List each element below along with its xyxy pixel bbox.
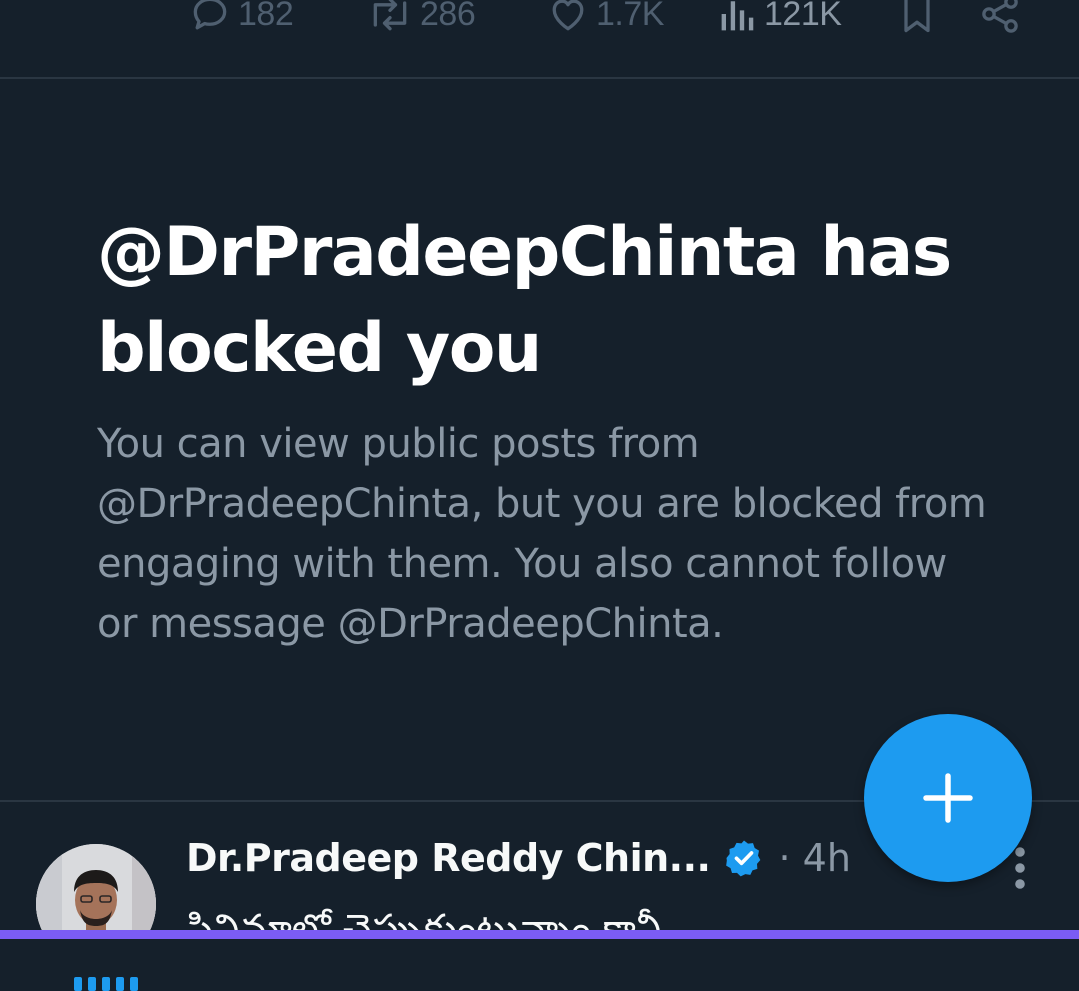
bookmark-button[interactable] [898, 0, 936, 36]
post-timestamp: · 4h [778, 836, 851, 880]
blocked-title: @DrPradeepChinta has blocked you [97, 213, 952, 388]
share-button[interactable] [978, 0, 1022, 36]
share-icon [982, 0, 1018, 33]
post-text: సినిమాల్లో చెప్పుకుంటున్నాం కానీ [186, 906, 662, 930]
views-chart-icon [721, 1, 754, 31]
reply-count: 182 [238, 0, 294, 33]
repost-button[interactable]: 286 [366, 0, 476, 36]
like-count: 1.7K [596, 0, 664, 33]
comment-icon [193, 0, 227, 30]
heart-icon [552, 0, 584, 31]
progress-fill [0, 930, 1079, 939]
blocked-notice: @DrPradeepChinta has blocked you You can… [97, 205, 997, 654]
avatar[interactable] [36, 844, 156, 930]
repost-icon [373, 0, 407, 31]
view-count: 121K [764, 0, 842, 33]
like-button[interactable]: 1.7K [546, 0, 664, 36]
bookmark-icon [904, 0, 930, 33]
blocked-description: You can view public posts from @DrPradee… [97, 421, 987, 647]
plus-icon [923, 773, 973, 823]
author-name[interactable]: Dr.Pradeep Reddy Chin... [186, 836, 711, 880]
views-button[interactable]: 121K [718, 0, 842, 36]
verified-badge-icon [726, 840, 761, 877]
post-action-bar: 182 286 1.7K 121K [0, 0, 1079, 79]
repost-count: 286 [420, 0, 476, 33]
bottom-navigation-area [0, 939, 1079, 991]
reply-button[interactable]: 182 [188, 0, 294, 36]
loading-progress-bar [0, 930, 1079, 939]
compose-post-button[interactable] [864, 714, 1032, 882]
post-header: Dr.Pradeep Reddy Chin... · 4h [186, 836, 851, 880]
